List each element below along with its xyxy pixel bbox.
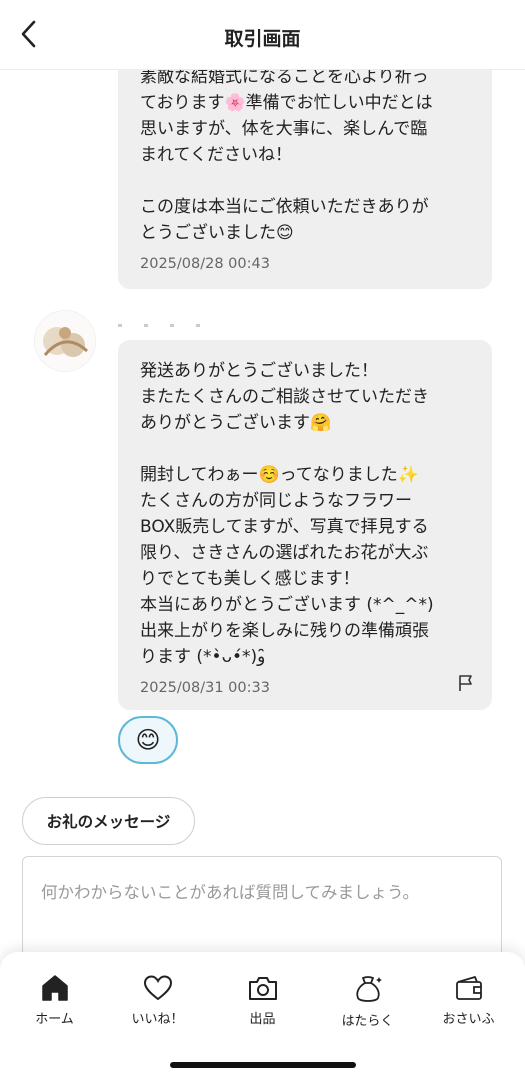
message-line: 発送ありがとうございました！: [140, 361, 378, 381]
home-indicator: [170, 1062, 356, 1068]
message-timestamp: 2025/08/31 00:33: [140, 680, 270, 696]
message-line: りでとても美しく感じます！: [140, 569, 360, 589]
message-line: ありがとうございます🤗: [140, 413, 332, 433]
tab-likes[interactable]: いいね！: [105, 974, 210, 1034]
message-line: たくさんの方が同じようなフラワー: [140, 491, 412, 511]
report-flag-icon[interactable]: [458, 674, 474, 692]
heart-icon: [143, 975, 172, 1001]
message-bubble: 素敵な結婚式になることを心より祈っ ております🌸準備でお忙しい中だとは 思います…: [118, 40, 492, 289]
message-timestamp: 2025/08/28 00:43: [140, 256, 270, 272]
message-line: 本当にありがとうございます (*^_^*): [140, 595, 434, 615]
message-line: [140, 436, 470, 462]
reaction-button[interactable]: 😊: [118, 716, 178, 764]
tab-work[interactable]: はたらく: [315, 974, 420, 1034]
money-bag-icon: [355, 976, 382, 1002]
tab-bar: ホーム いいね！ 出品 はたらく おさいふ: [0, 952, 525, 1080]
page-title: 取引画面: [224, 28, 301, 50]
header: 取引画面: [0, 0, 525, 70]
message-line: この度は本当にご依頼いただきありが: [140, 197, 429, 217]
message-line: ります (*•̀ᴗ•́*)و ̑̑: [140, 647, 271, 667]
message-line: とうございました😊: [140, 223, 294, 243]
wallet-icon: [455, 976, 482, 1000]
message-line: 限り、さきさんの選ばれたお花が大ぶ: [140, 543, 429, 563]
tab-sell[interactable]: 出品: [210, 974, 315, 1034]
tab-home[interactable]: ホーム: [2, 974, 107, 1034]
message-line: まれてくださいね！: [140, 145, 292, 165]
tab-label: ホーム: [35, 1012, 74, 1027]
message-line: またたくさんのご相談させていただき: [140, 387, 429, 407]
smile-emoji: 😊: [135, 726, 161, 754]
message-bubble: 発送ありがとうございました！ またたくさんのご相談させていただき ありがとうござ…: [118, 340, 492, 710]
tab-wallet[interactable]: おさいふ: [416, 974, 521, 1034]
message-line: [140, 168, 470, 194]
message-line: 思いますが、体を大事に、楽しんで臨: [140, 119, 428, 139]
message-line: ております🌸準備でお忙しい中だとは: [140, 93, 433, 113]
tab-label: おさいふ: [442, 1012, 495, 1027]
home-icon: [41, 975, 68, 1001]
avatar-image: [35, 311, 95, 371]
avatar[interactable]: [34, 310, 96, 372]
message-line: BOX販売してますが、写真で拝見する: [140, 517, 429, 537]
message-line: 出来上がりを楽しみに残りの準備頑張: [140, 621, 429, 641]
tab-label: はたらく: [341, 1014, 394, 1029]
sender-name-blurred: [118, 312, 248, 328]
thanks-message-button[interactable]: お礼のメッセージ: [22, 797, 195, 845]
message-line: 開封してわぁー☺️ってなりました✨: [140, 465, 419, 485]
camera-icon: [248, 977, 277, 1000]
tab-label: 出品: [249, 1012, 276, 1027]
tab-label: いいね！: [131, 1012, 184, 1027]
